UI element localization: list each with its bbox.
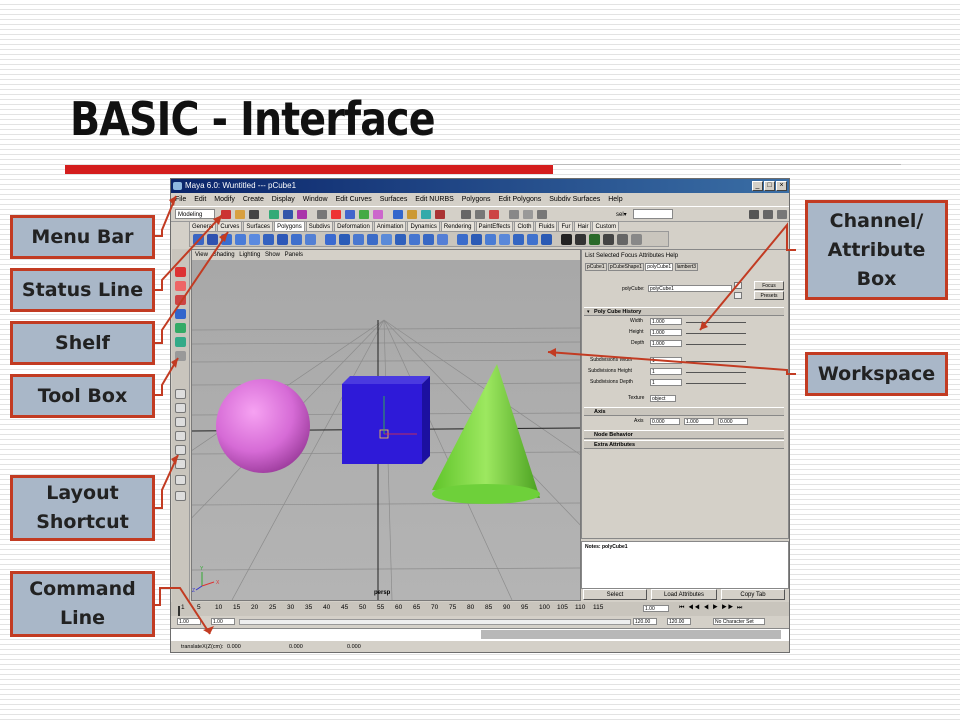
callout-tool-box: Tool Box	[10, 374, 155, 418]
callout-menu-bar-text: Menu Bar	[31, 225, 134, 248]
leader-command-line	[153, 587, 211, 635]
callout-status-line-text: Status Line	[21, 278, 144, 301]
callout-layout-shortcut-text-1: Layout	[46, 482, 119, 504]
leader-workspace	[547, 351, 796, 375]
callout-channel-attribute-box: Channel/ Attribute Box	[805, 200, 948, 300]
callout-command-line: Command Line	[10, 571, 155, 637]
callout-command-line-text-1: Command	[29, 578, 136, 600]
callout-command-line-text-2: Line	[59, 607, 106, 629]
callout-layout-shortcut: Layout Shortcut	[10, 475, 155, 541]
callout-status-line: Status Line	[10, 268, 155, 312]
callout-workspace: Workspace	[805, 352, 948, 396]
callout-shelf-text: Shelf	[55, 331, 110, 354]
callout-layout-shortcut-text-2: Shortcut	[36, 511, 129, 533]
callout-menu-bar: Menu Bar	[10, 215, 155, 259]
callout-channel-box-text-3: Box	[856, 267, 897, 290]
arrowhead-workspace	[548, 348, 556, 357]
callout-workspace-text: Workspace	[817, 362, 936, 385]
callout-tool-box-text: Tool Box	[37, 384, 128, 407]
arrowhead-shelf	[219, 232, 228, 242]
leader-channel-box	[699, 222, 796, 331]
callout-channel-box-text-2: Attribute	[827, 238, 926, 261]
leader-layout-shortcut	[153, 454, 179, 509]
callout-channel-box-text-1: Channel/	[829, 209, 924, 232]
callout-shelf: Shelf	[10, 321, 155, 365]
